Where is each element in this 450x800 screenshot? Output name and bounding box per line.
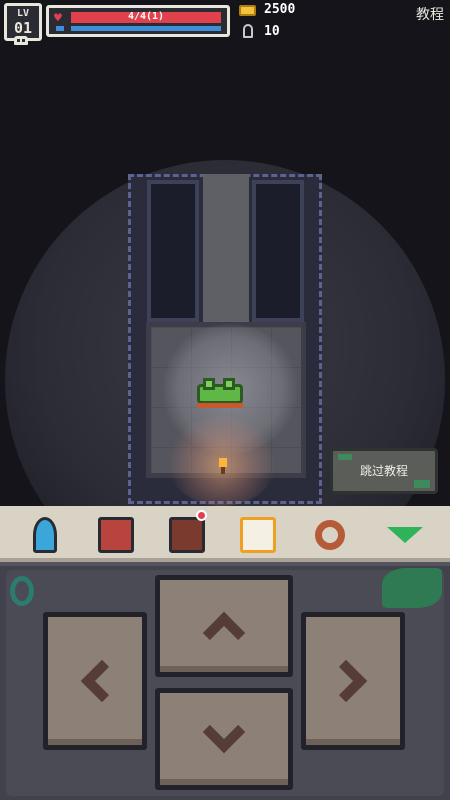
vine-decoration	[10, 576, 34, 606]
dpad-left-button[interactable]	[43, 612, 147, 750]
level-label: LV	[16, 8, 30, 19]
book-button[interactable]	[94, 514, 138, 556]
torch-icon	[217, 458, 229, 474]
mana-icon	[56, 26, 64, 31]
arrow-down-icon	[202, 710, 246, 754]
pit-right	[252, 180, 304, 322]
map-button[interactable]	[236, 514, 280, 556]
coin-icon	[239, 5, 256, 16]
frog-player	[193, 376, 247, 408]
bag-button[interactable]	[165, 510, 209, 556]
toolbar	[0, 506, 450, 562]
corridor	[203, 174, 249, 324]
hp-bar: 4/4(1)	[71, 11, 221, 23]
pit-left	[147, 180, 199, 322]
key-icon	[243, 24, 253, 38]
tutorial-button[interactable]: 教程	[416, 6, 444, 24]
arrow-up-icon	[202, 611, 246, 655]
hp-text: 4/4(1)	[127, 11, 165, 22]
dpad-right-button[interactable]	[301, 612, 405, 750]
dpad-up-button[interactable]	[155, 575, 293, 677]
status-bars: ♥ 4/4(1)	[46, 5, 230, 37]
skull-icon	[14, 36, 28, 45]
character-icon	[33, 517, 57, 553]
vine-decoration	[414, 480, 430, 488]
heart-icon: ♥	[54, 11, 62, 26]
search-button[interactable]	[308, 514, 352, 556]
mp-bar-fill	[71, 26, 221, 31]
dungeon-scene	[0, 48, 450, 506]
bag-icon	[169, 517, 205, 553]
level-value: 01	[13, 19, 33, 37]
triangle-down-icon	[387, 527, 423, 543]
character-button[interactable]	[23, 514, 67, 556]
arrow-right-icon	[324, 659, 368, 703]
map-icon	[240, 517, 276, 553]
notification-dot	[196, 510, 207, 521]
key-count: 10	[264, 24, 280, 39]
dpad-down-button[interactable]	[155, 688, 293, 790]
vine-decoration	[338, 454, 352, 460]
mp-bar	[71, 26, 221, 31]
arrow-left-icon	[80, 659, 124, 703]
coin-count: 2500	[264, 2, 296, 17]
collapse-button[interactable]	[383, 514, 427, 556]
book-icon	[98, 517, 134, 553]
vine-decoration	[382, 568, 442, 608]
magnifier-icon	[315, 520, 345, 550]
